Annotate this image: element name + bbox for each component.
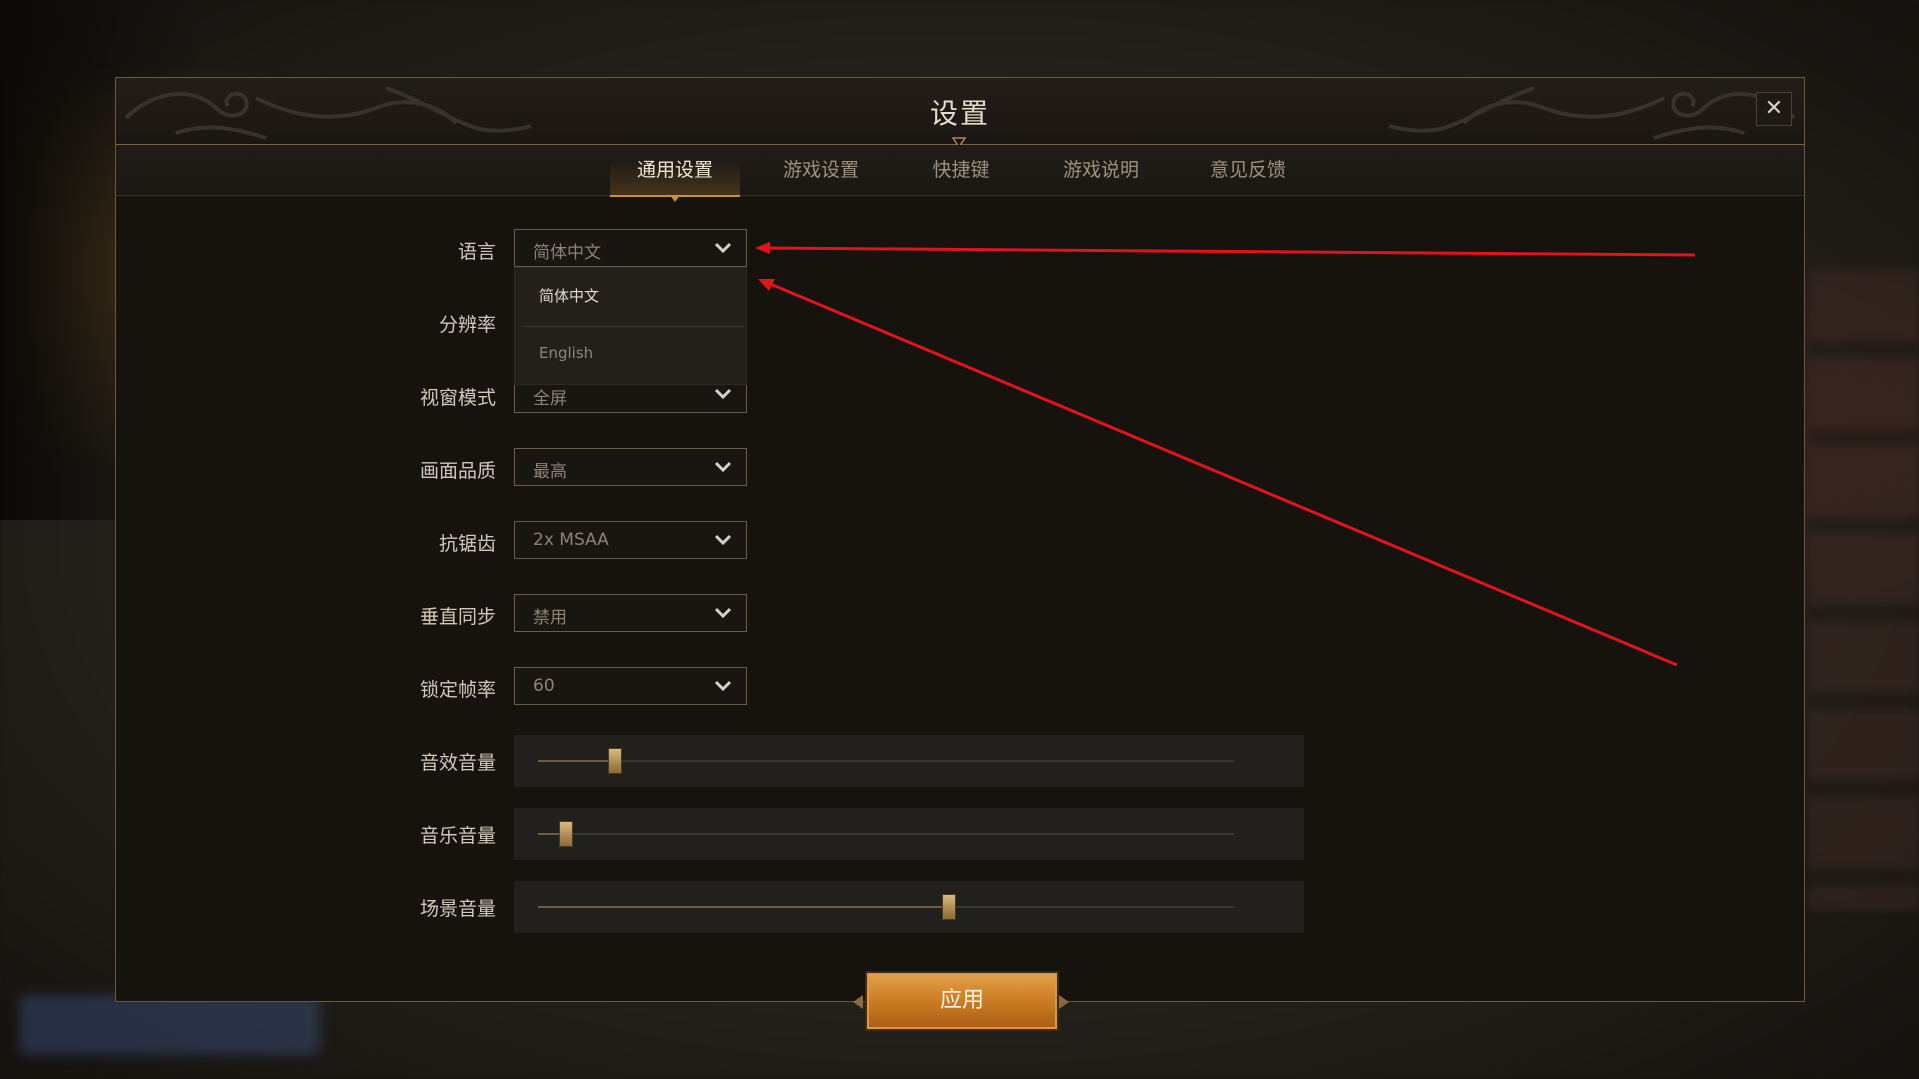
background-blurred-bar <box>20 995 320 1055</box>
music-volume-slider[interactable] <box>514 808 1304 860</box>
sfx-volume-label: 音效音量 <box>419 752 496 774</box>
window-mode-value: 全屏 <box>533 389 567 409</box>
ambient-volume-label: 场景音量 <box>419 898 496 920</box>
tab-hotkeys[interactable]: 快捷键 <box>901 145 1021 195</box>
ambient-volume-slider[interactable] <box>514 881 1304 933</box>
tab-label: 游戏设置 <box>782 159 859 181</box>
sfx-volume-slider[interactable] <box>514 735 1304 787</box>
tab-label: 快捷键 <box>932 159 990 181</box>
chevron-down-icon <box>714 534 732 546</box>
fps-lock-label: 锁定帧率 <box>419 679 496 701</box>
chevron-down-icon <box>714 607 732 619</box>
language-option-zh[interactable]: 简体中文 <box>539 285 599 306</box>
tab-guide[interactable]: 游戏说明 <box>1036 145 1166 195</box>
quality-select[interactable]: 最高 <box>514 448 747 486</box>
slider-fill <box>538 760 615 762</box>
chevron-down-icon <box>714 461 732 473</box>
apply-button-frame: 应用 <box>853 971 1069 1037</box>
dialog-title: 设置 <box>929 97 990 130</box>
window-mode-label: 视窗模式 <box>419 387 496 409</box>
quality-value: 最高 <box>533 462 567 482</box>
antialias-label: 抗锯齿 <box>438 533 496 555</box>
slider-thumb[interactable] <box>607 748 622 774</box>
active-tab-caret-icon <box>670 195 680 202</box>
language-option-en[interactable]: English <box>539 344 593 362</box>
tab-general[interactable]: 通用设置 <box>610 145 740 202</box>
dialog-header: 设置 ✕ <box>116 78 1804 149</box>
tab-game[interactable]: 游戏设置 <box>756 145 886 195</box>
slider-track <box>538 833 1234 835</box>
music-volume-label: 音乐音量 <box>419 825 496 847</box>
slider-thumb[interactable] <box>558 821 573 847</box>
fps-lock-select[interactable]: 60 <box>514 667 747 705</box>
tab-bar: 通用设置 游戏设置 快捷键 游戏说明 意见反馈 <box>116 145 1804 202</box>
antialias-select[interactable]: 2x MSAA <box>514 521 747 559</box>
settings-dialog: 设置 ✕ 通用设置 游戏设置 快捷键 游戏说明 意见反馈 语言 简体中文 分辨率 <box>115 77 1805 1031</box>
language-value: 简体中文 <box>533 243 601 263</box>
vsync-select[interactable]: 禁用 <box>514 594 747 632</box>
quality-label: 画面品质 <box>419 460 496 482</box>
chevron-down-icon <box>714 242 732 254</box>
slider-thumb[interactable] <box>941 894 956 920</box>
close-button[interactable]: ✕ <box>1756 92 1792 126</box>
apply-right-tip-icon <box>1059 995 1069 1009</box>
background-blurred-ui <box>1809 270 1919 910</box>
tab-label: 意见反馈 <box>1209 159 1286 181</box>
slider-track <box>538 760 1234 762</box>
language-select[interactable]: 简体中文 <box>514 229 747 267</box>
tab-feedback[interactable]: 意见反馈 <box>1183 145 1313 195</box>
fps-lock-value: 60 <box>533 676 555 696</box>
tab-label: 通用设置 <box>636 159 713 181</box>
chevron-down-icon <box>714 388 732 400</box>
chevron-down-icon <box>714 680 732 692</box>
resolution-label: 分辨率 <box>438 314 496 336</box>
slider-fill <box>538 906 949 908</box>
vsync-label: 垂直同步 <box>419 606 496 628</box>
tab-label: 游戏说明 <box>1062 159 1139 181</box>
apply-left-tip-icon <box>853 995 863 1009</box>
language-label: 语言 <box>457 241 496 263</box>
vsync-value: 禁用 <box>533 608 567 628</box>
close-icon: ✕ <box>1764 96 1784 121</box>
dropdown-divider <box>523 326 744 327</box>
antialias-value: 2x MSAA <box>533 530 609 550</box>
language-dropdown-list: 简体中文 English <box>514 267 747 385</box>
apply-button[interactable]: 应用 <box>865 971 1059 1031</box>
